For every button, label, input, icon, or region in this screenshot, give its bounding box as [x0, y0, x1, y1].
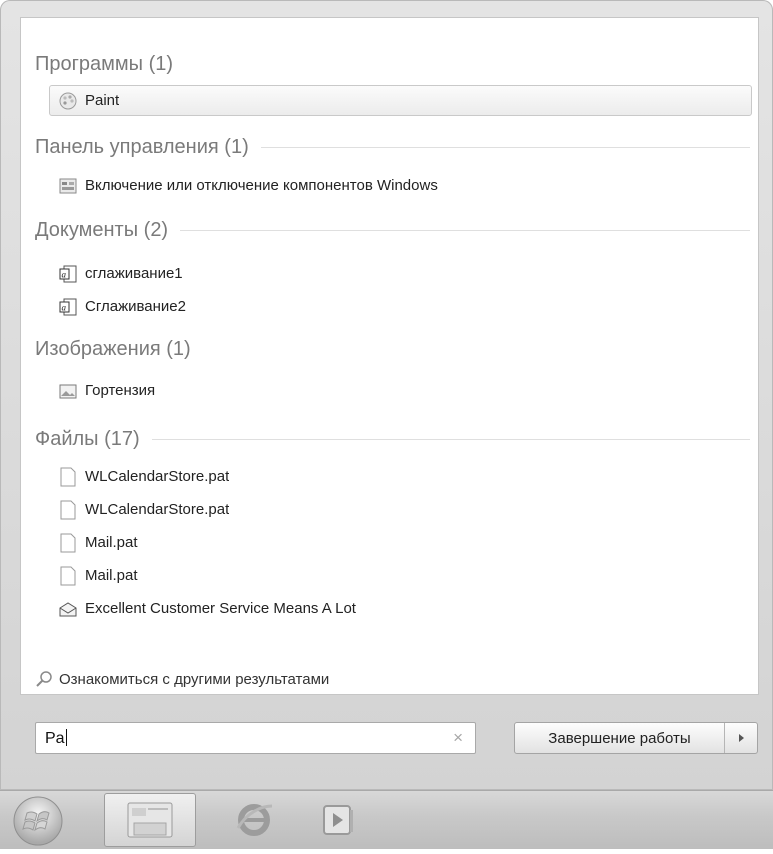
result-item-label: сглаживание1: [85, 265, 183, 282]
group-header-documents: Документы (2): [35, 217, 750, 243]
result-item-file[interactable]: Mail.pat: [49, 527, 752, 558]
search-input-value: Pa: [45, 729, 67, 747]
group-title: Изображения (1): [35, 337, 191, 360]
media-player-icon: [323, 805, 353, 835]
clear-search-icon[interactable]: ×: [453, 728, 463, 748]
document-icon: a: [59, 265, 77, 282]
svg-text:a: a: [62, 302, 67, 312]
result-item-document[interactable]: a сглаживание1: [49, 258, 752, 289]
file-icon: [60, 500, 76, 519]
document-icon: a: [59, 298, 77, 315]
result-item-label: Paint: [85, 92, 120, 109]
result-item-label: Сглаживание2: [85, 298, 186, 315]
chevron-right-icon: [739, 734, 744, 742]
group-header-files: Файлы (17): [35, 426, 750, 452]
shutdown-button[interactable]: Завершение работы: [515, 723, 725, 753]
shutdown-options-button[interactable]: [725, 723, 757, 753]
group-title: Программы (1): [35, 52, 174, 75]
result-item-label: Excellent Customer Service Means A Lot: [85, 600, 356, 617]
control-panel-icon: [59, 178, 77, 193]
result-item-windows-features[interactable]: Включение или отключение компонентов Win…: [49, 170, 752, 201]
paint-icon: [59, 92, 77, 109]
svg-text:a: a: [62, 269, 67, 279]
media-player-button[interactable]: [292, 793, 384, 847]
group-header-programs: Программы (1): [35, 51, 750, 77]
result-item-label: Mail.pat: [85, 567, 138, 584]
group-title: Документы (2): [35, 218, 169, 241]
file-icon: [60, 467, 76, 486]
group-header-images: Изображения (1): [35, 336, 750, 362]
taskbar: [0, 790, 773, 849]
mail-icon: [59, 601, 77, 616]
result-item-label: Mail.pat: [85, 534, 138, 551]
result-item-label: Гортензия: [85, 382, 156, 399]
result-item-label: WLCalendarStore.pat: [85, 501, 230, 518]
shutdown-label: Завершение работы: [548, 729, 691, 747]
result-item-file[interactable]: WLCalendarStore.pat: [49, 461, 752, 492]
group-title: Файлы (17): [35, 427, 140, 450]
see-more-results-link[interactable]: Ознакомиться с другими результатами: [35, 667, 329, 691]
search-input[interactable]: Pa ×: [35, 722, 476, 754]
group-divider: [180, 229, 750, 231]
result-item-document[interactable]: a Сглаживание2: [49, 291, 752, 322]
group-divider: [260, 146, 750, 148]
result-item-label: WLCalendarStore.pat: [85, 468, 230, 485]
windows-logo-icon: [13, 796, 63, 846]
start-button[interactable]: [8, 793, 72, 849]
result-item-label: Включение или отключение компонентов Win…: [85, 177, 438, 194]
file-icon: [60, 566, 76, 585]
file-icon: [60, 533, 76, 552]
internet-explorer-button[interactable]: [208, 793, 300, 847]
result-item-file[interactable]: WLCalendarStore.pat: [49, 494, 752, 525]
shutdown-button-group: Завершение работы: [514, 722, 758, 754]
group-title: Панель управления (1): [35, 135, 249, 158]
explorer-button[interactable]: [104, 793, 196, 847]
result-item-image[interactable]: Гортензия: [49, 375, 752, 406]
see-more-results-label: Ознакомиться с другими результатами: [59, 670, 330, 688]
result-item-mail[interactable]: Excellent Customer Service Means A Lot: [49, 593, 752, 624]
group-divider: [151, 438, 750, 440]
folder-icon: [127, 802, 173, 838]
search-results-pane: Программы (1) Paint Панель управления (1…: [20, 17, 759, 695]
internet-explorer-icon: [236, 804, 273, 836]
start-menu: Программы (1) Paint Панель управления (1…: [0, 0, 773, 790]
search-icon: [36, 671, 52, 687]
image-icon: [59, 384, 77, 398]
result-item-file[interactable]: Mail.pat: [49, 560, 752, 591]
text-caret: [65, 729, 67, 746]
group-header-control-panel: Панель управления (1): [35, 134, 750, 160]
result-item-paint[interactable]: Paint: [49, 85, 752, 116]
